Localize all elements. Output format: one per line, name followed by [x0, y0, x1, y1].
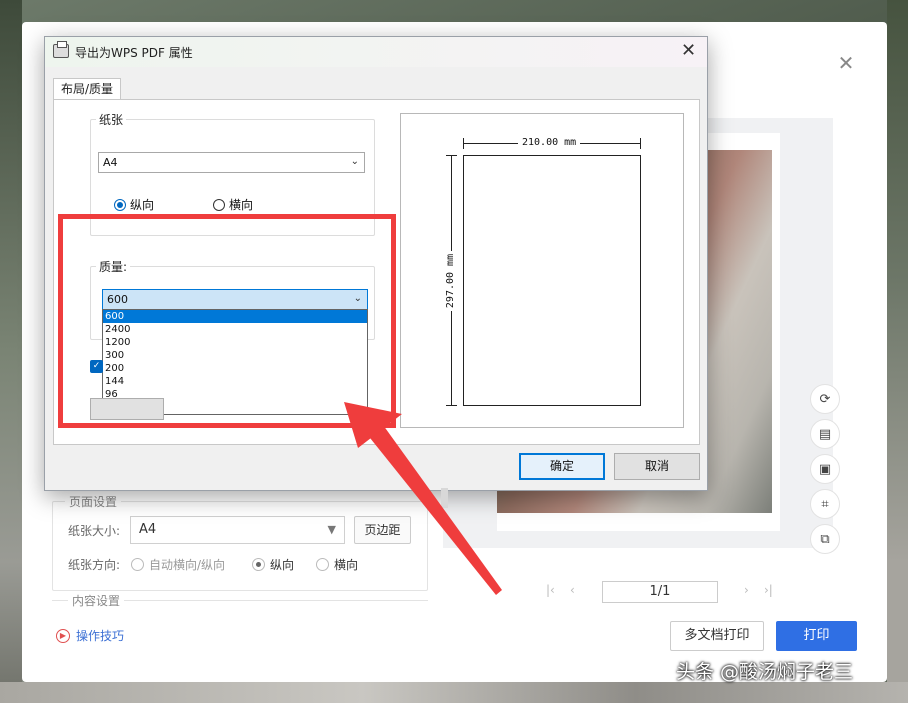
preview-side-tools: ⟳ ▤ ▣ ⌗ ⧉ — [810, 384, 842, 559]
orientation-label: 纸张方向: — [68, 558, 121, 572]
tab-layout-quality[interactable]: 布局/质量 — [53, 78, 121, 100]
rotate-icon[interactable]: ⟳ — [810, 384, 840, 414]
multi-doc-print-button[interactable]: 多文档打印 — [670, 621, 764, 651]
print-dialog-close-icon[interactable]: ✕ — [836, 53, 856, 73]
prev-page-icon[interactable]: ‹ — [570, 583, 575, 597]
background-photo-right — [887, 0, 908, 703]
close-icon[interactable]: ✕ — [681, 40, 696, 61]
page-number-input[interactable]: 1/1 — [602, 581, 718, 603]
landscape-radio[interactable]: 横向 — [213, 196, 253, 213]
print-button[interactable]: 打印 — [776, 621, 857, 651]
paper-size-value: A4 — [139, 522, 157, 537]
page-setup-legend: 页面设置 — [65, 493, 122, 510]
save-icon[interactable]: ▣ — [810, 454, 840, 484]
height-dimension-label: 297.00 mm — [445, 236, 459, 326]
tips-label: 操作技巧 — [76, 629, 125, 643]
paper-value: A4 — [103, 156, 118, 169]
ok-button[interactable]: 确定 — [519, 453, 605, 480]
portrait-label: 纵向 — [130, 198, 155, 212]
dialog-title: 导出为WPS PDF 属性 — [75, 46, 193, 60]
chevron-down-icon: ⌄ — [350, 156, 359, 167]
orientation-portrait-radio[interactable]: 纵向 — [252, 556, 294, 573]
paper-size-label: 纸张大小: — [68, 524, 121, 538]
content-settings-legend: 内容设置 — [68, 592, 125, 609]
height-dimension-text: 297.00 mm — [445, 250, 456, 312]
paper-size-select[interactable]: A4 ▼ — [130, 516, 345, 544]
cancel-button[interactable]: 取消 — [614, 453, 700, 480]
dimension-tick — [640, 138, 641, 149]
last-page-icon[interactable]: ›| — [764, 583, 773, 597]
next-page-icon[interactable]: › — [744, 583, 749, 597]
page-settings-icon[interactable]: ▤ — [810, 419, 840, 449]
first-page-icon[interactable]: |‹ — [546, 583, 555, 597]
play-icon: ▶ — [56, 628, 70, 643]
paper-select[interactable]: A4 ⌄ — [98, 152, 365, 173]
dimension-tick — [446, 155, 457, 156]
width-dimension-label: 210.00 mm — [518, 137, 581, 148]
printer-icon — [53, 41, 69, 58]
content-settings-group: 内容设置 — [52, 592, 428, 609]
watermark-text: 头条 @酸汤焖子老三 — [676, 661, 854, 683]
orientation-auto-label: 自动横向/纵向 — [149, 558, 226, 572]
tips-link[interactable]: ▶ 操作技巧 — [56, 627, 124, 644]
page-navigator: |‹ ‹ 1/1 › ›| — [542, 581, 782, 603]
landscape-label: 横向 — [229, 198, 254, 212]
dimension-tick — [463, 138, 464, 149]
crop-icon[interactable]: ⌗ — [810, 489, 840, 519]
split-icon[interactable]: ⧉ — [810, 524, 840, 554]
radio-icon — [316, 558, 329, 571]
radio-icon — [213, 198, 225, 211]
orientation-auto-radio[interactable]: 自动横向/纵向 — [131, 556, 225, 573]
radio-selected-icon — [114, 198, 126, 211]
radio-selected-icon — [252, 558, 265, 571]
portrait-radio[interactable]: 纵向 — [114, 196, 154, 213]
background-photo-left — [0, 0, 22, 703]
dialog-titlebar: 导出为WPS PDF 属性 ✕ — [45, 37, 707, 67]
annotation-arrow-icon — [344, 402, 502, 595]
background-photo-bottom — [0, 682, 908, 703]
radio-icon — [131, 558, 144, 571]
orientation-portrait-label: 纵向 — [270, 558, 295, 572]
paper-legend: 纸张 — [96, 111, 127, 128]
paper-outline — [463, 155, 641, 406]
